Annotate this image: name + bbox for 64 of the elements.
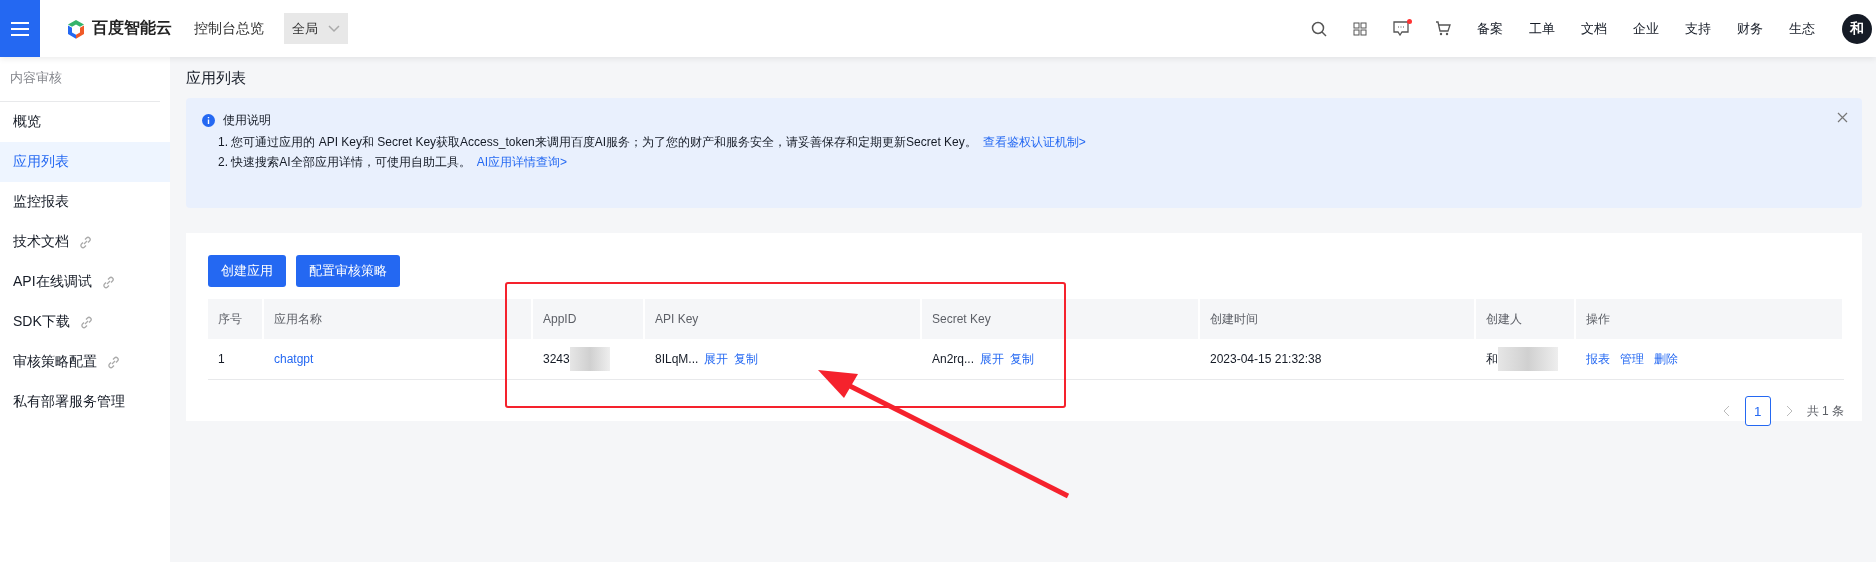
- region-dropdown[interactable]: 全局: [284, 13, 348, 44]
- table-cell-text: 1: [217, 351, 226, 368]
- action-link[interactable]: 展开: [704, 350, 729, 368]
- primary-button[interactable]: 创建应用: [208, 255, 286, 287]
- sidebar-item[interactable]: API在线调试: [0, 262, 170, 302]
- console-link[interactable]: 控制台总览: [194, 19, 264, 38]
- action-link[interactable]: 管理: [1620, 350, 1644, 368]
- table-cell: 3243: [543, 352, 570, 366]
- sidebar-item[interactable]: 审核策略配置: [0, 342, 170, 382]
- column-header: 创建人: [1476, 299, 1576, 339]
- nav-link[interactable]: 生态: [1789, 19, 1815, 38]
- notice-link[interactable]: 查看鉴权认证机制>: [982, 135, 1086, 149]
- nav-link[interactable]: 财务: [1737, 19, 1763, 38]
- notice-text: 2. 快速搜索AI全部应用详情，可使用自助工具。 AI应用详情查询>: [218, 155, 569, 169]
- notice-link[interactable]: AI应用详情查询>: [476, 155, 568, 169]
- table-cell: 和: [1486, 350, 1498, 368]
- menu-icon: [11, 21, 29, 36]
- action-link[interactable]: 复制: [1010, 350, 1035, 368]
- column-header: 创建时间: [1200, 299, 1476, 339]
- table-cell-text: 2023-04-15 21:32:38: [1209, 351, 1323, 368]
- primary-button[interactable]: 配置审核策略: [296, 255, 400, 287]
- redaction-blur: [1498, 347, 1558, 371]
- info-icon: [202, 114, 215, 127]
- sidebar-item[interactable]: 监控报表: [0, 182, 170, 222]
- column-header: 操作: [1576, 299, 1844, 339]
- action-link[interactable]: 复制: [734, 350, 759, 368]
- total-count: 共 1 条: [1806, 402, 1844, 420]
- nav-link[interactable]: 支持: [1685, 19, 1711, 38]
- sidebar-item[interactable]: 私有部署服务管理: [0, 382, 170, 422]
- redaction-blur: [569, 347, 610, 371]
- sidebar-item[interactable]: 技术文档: [0, 222, 170, 262]
- message-icon[interactable]: [1393, 21, 1409, 36]
- close-icon[interactable]: [1837, 112, 1848, 123]
- column-header: API Key: [645, 299, 922, 339]
- table-cell: 8ILqM...: [655, 352, 699, 366]
- nav-link[interactable]: 企业: [1633, 19, 1659, 38]
- menu-button[interactable]: [0, 0, 40, 57]
- app-name-link[interactable]: chatgpt: [274, 352, 314, 366]
- table-cell: An2rq...: [932, 352, 975, 366]
- action-link[interactable]: 报表: [1586, 350, 1610, 368]
- column-header: 应用名称: [264, 299, 533, 339]
- nav-link[interactable]: 备案: [1477, 19, 1503, 38]
- notice-text: 1. 您可通过应用的 API Key和 Secret Key获取Access_token来调用百度AI服务；为了您的财产和服务安全，请妥善保存和定期更新Secret Key。 查看鉴权认证机制>: [218, 135, 1087, 149]
- action-link[interactable]: 展开: [980, 350, 1005, 368]
- cube-logo-icon: [66, 18, 86, 39]
- column-header: 序号: [208, 299, 264, 339]
- user-avatar[interactable]: 和: [1842, 13, 1872, 44]
- page-button[interactable]: 1: [1744, 396, 1771, 426]
- column-header: AppID: [533, 299, 645, 339]
- sidebar-title: 内容审核: [0, 57, 160, 102]
- nav-link[interactable]: 工单: [1529, 19, 1555, 38]
- sidebar-item[interactable]: 应用列表: [0, 142, 170, 182]
- nav-link[interactable]: 文档: [1581, 19, 1607, 38]
- search-icon[interactable]: [1311, 20, 1327, 37]
- cart-icon[interactable]: [1435, 21, 1451, 36]
- brand-name: 百度智能云: [92, 18, 172, 38]
- chevron-down-icon: [328, 24, 340, 33]
- grid-icon[interactable]: [1353, 21, 1367, 36]
- action-link[interactable]: 删除: [1654, 350, 1678, 368]
- sidebar-item[interactable]: 概览: [0, 102, 170, 142]
- sidebar-item[interactable]: SDK下载: [0, 302, 170, 342]
- column-header: Secret Key: [922, 299, 1200, 339]
- page-title: 应用列表: [186, 68, 247, 88]
- notice-title: 使用说明: [223, 112, 271, 129]
